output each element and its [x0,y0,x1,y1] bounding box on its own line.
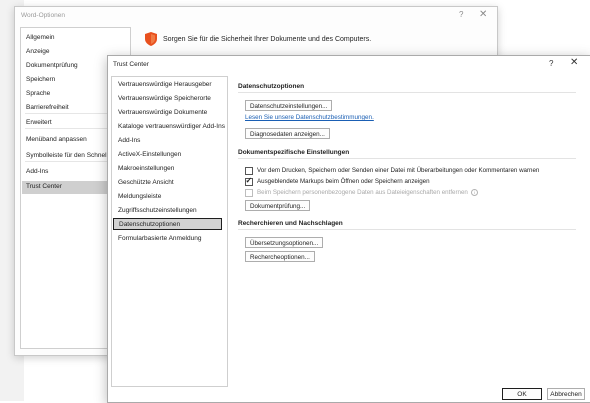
tc-nav-addins[interactable]: Add-Ins [118,135,140,147]
diagnostics-button[interactable]: Diagnosedaten anzeigen... [245,128,330,139]
privacy-options-heading: Datenschutzoptionen [238,83,576,93]
tc-nav-dokumente[interactable]: Vertrauenswürdige Dokumente [118,107,207,119]
remove-personal-info-label: Beim Speichern personenbezogene Daten au… [257,189,468,196]
wo-nav-allgemein[interactable]: Allgemein [26,32,55,44]
info-icon: i [470,189,478,196]
warn-before-print-checkbox[interactable]: Vor dem Drucken, Speichern oder Senden e… [245,166,539,175]
research-heading: Recherchieren und Nachschlagen [238,220,576,230]
tc-nav-herausgeber[interactable]: Vertrauenswürdige Herausgeber [118,79,212,91]
document-settings-heading: Dokumentspezifische Einstellungen [238,149,576,159]
checkbox-box[interactable] [245,166,253,175]
security-banner: Sorgen Sie für die Sicherheit Ihrer Doku… [163,36,372,43]
trust-center-help-button[interactable]: ? [549,59,553,68]
tc-nav-speicherorte[interactable]: Vertrauenswürdige Speicherorte [118,93,211,105]
word-options-help-button[interactable]: ? [459,10,463,19]
tc-nav-activex[interactable]: ActiveX-Einstellungen [118,149,181,161]
trust-center-nav: Vertrauenswürdige Herausgeber Vertrauens… [111,76,228,387]
wo-nav-menueband[interactable]: Menüband anpassen [26,134,87,146]
tc-nav-zugriffsschutz[interactable]: Zugriffsschutzeinstellungen [118,205,197,217]
tc-nav-formularanmeldung[interactable]: Formularbasierte Anmeldung [118,233,201,245]
privacy-settings-button[interactable]: Datenschutzeinstellungen... [245,100,333,111]
trust-center-dialog: Trust Center ? ✕ Vertrauenswürdige Herau… [107,55,590,403]
word-options-close-button[interactable]: ✕ [479,9,487,20]
research-options-button[interactable]: Rechercheoptionen... [245,251,315,262]
wo-nav-sprache[interactable]: Sprache [26,88,50,100]
wo-nav-dokumentpruefung[interactable]: Dokumentprüfung [26,60,78,72]
tc-nav-datenschutzoptionen[interactable]: Datenschutzoptionen [113,218,222,230]
inspect-document-button[interactable]: Dokumentprüfung... [245,200,311,211]
tc-nav-meldungsleiste[interactable]: Meldungsleiste [118,191,161,203]
tc-nav-geschuetzte-ansicht[interactable]: Geschützte Ansicht [118,177,174,189]
translation-options-button[interactable]: Übersetzungsoptionen... [245,237,324,248]
cancel-button[interactable]: Abbrechen [547,388,585,400]
wo-nav-anzeige[interactable]: Anzeige [26,46,50,58]
ok-button[interactable]: OK [502,388,542,400]
trust-center-title: Trust Center [113,61,149,68]
show-hidden-markup-label: Ausgeblendete Markups beim Öffnen oder S… [257,178,430,185]
show-hidden-markup-checkbox[interactable]: Ausgeblendete Markups beim Öffnen oder S… [245,176,430,186]
tc-nav-kataloge[interactable]: Kataloge vertrauenswürdiger Add-Ins [118,121,225,133]
trust-center-close-button[interactable]: ✕ [570,57,578,68]
wo-nav-trust-center[interactable]: Trust Center [26,181,62,193]
shield-icon [145,32,157,46]
wo-nav-speichern[interactable]: Speichern [26,74,55,86]
tc-nav-makros[interactable]: Makroeinstellungen [118,163,174,175]
wo-nav-addins[interactable]: Add-Ins [26,166,48,178]
remove-personal-info-checkbox: Beim Speichern personenbezogene Daten au… [245,188,478,197]
warn-before-print-label: Vor dem Drucken, Speichern oder Senden e… [257,167,540,174]
word-options-title: Word-Optionen [21,12,65,19]
checkbox-box [245,188,253,197]
checkbox-box[interactable] [245,176,253,186]
privacy-statement-link[interactable]: Lesen Sie unsere Datenschutzbestimmungen… [245,114,374,121]
